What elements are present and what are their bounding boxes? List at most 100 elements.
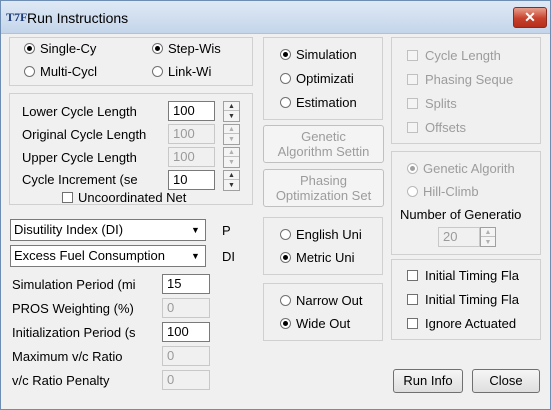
offsets-check-label: Offsets <box>425 120 466 135</box>
original-cycle-length-spinner[interactable]: ▲ ▼ <box>223 124 240 145</box>
cycle-increment-input[interactable]: 10 <box>168 170 215 190</box>
estimation-label: Estimation <box>296 95 357 110</box>
multi-cycle-radio[interactable] <box>24 66 35 77</box>
close-button[interactable]: Close <box>472 369 540 393</box>
initialization-period-label: Initialization Period (s <box>12 325 136 340</box>
uncoordinated-net-label: Uncoordinated Net <box>78 190 187 205</box>
lower-cycle-length-label: Lower Cycle Length <box>22 104 137 119</box>
cycle-length-check-label: Cycle Length <box>425 48 501 63</box>
hill-climb-label: Hill-Climb <box>423 184 479 199</box>
simulation-period-label: Simulation Period (mi <box>12 277 136 292</box>
phasing-optimization-settings-button[interactable]: Phasing Optimization Set <box>263 169 384 207</box>
maximum-vc-ratio-label: Maximum v/c Ratio <box>12 349 123 364</box>
number-of-generations-input[interactable]: 20 <box>438 227 480 247</box>
metric-units-radio[interactable] <box>280 252 291 263</box>
ignore-actuated-label: Ignore Actuated <box>425 316 517 331</box>
genetic-algorithm-radio[interactable] <box>407 163 418 174</box>
maximum-vc-ratio-input[interactable]: 0 <box>162 346 210 366</box>
lower-cycle-length-spinner[interactable]: ▲ ▼ <box>223 101 240 122</box>
number-of-generations-spinner[interactable]: ▲ ▼ <box>480 227 496 247</box>
title-bar: T7F Run Instructions ✕ <box>1 1 550 34</box>
spin-up-icon[interactable]: ▲ <box>224 102 239 111</box>
link-wise-radio[interactable] <box>152 66 163 77</box>
close-window-button[interactable]: ✕ <box>513 7 547 28</box>
initial-timing-flag-2-label: Initial Timing Fla <box>425 292 519 307</box>
objective-dropdown[interactable]: Disutility Index (DI) ▼ <box>10 219 206 241</box>
vc-ratio-penalty-input[interactable]: 0 <box>162 370 210 390</box>
uncoordinated-net-checkbox[interactable] <box>62 192 73 203</box>
optimization-radio[interactable] <box>280 73 291 84</box>
narrow-out-radio[interactable] <box>280 295 291 306</box>
splits-check-label: Splits <box>425 96 457 111</box>
spin-up-icon[interactable]: ▲ <box>481 228 495 237</box>
spin-down-icon[interactable]: ▼ <box>481 238 495 247</box>
step-wise-radio[interactable] <box>152 43 163 54</box>
ignore-actuated-checkbox[interactable] <box>407 318 418 329</box>
simulation-label: Simulation <box>296 47 357 62</box>
original-cycle-length-label: Original Cycle Length <box>22 127 147 142</box>
cycle-length-checkbox[interactable] <box>407 50 418 61</box>
phasing-sequence-checkbox[interactable] <box>407 74 418 85</box>
offset-range-group <box>263 283 383 341</box>
pros-weighting-input[interactable]: 0 <box>162 298 210 318</box>
window-title: Run Instructions <box>27 10 129 26</box>
genetic-settings-line2: Algorithm Settin <box>277 144 370 159</box>
upper-cycle-length-spinner[interactable]: ▲ ▼ <box>223 147 240 168</box>
initial-timing-flag-1-label: Initial Timing Fla <box>425 268 519 283</box>
objective-dropdown-suffix: P <box>222 223 231 238</box>
number-of-generations-label: Number of Generatio <box>400 207 522 222</box>
lower-cycle-length-input[interactable]: 100 <box>168 101 215 121</box>
secondary-objective-dropdown-value: Excess Fuel Consumption <box>14 248 166 263</box>
upper-cycle-length-label: Upper Cycle Length <box>22 150 137 165</box>
initial-timing-flag-2-checkbox[interactable] <box>407 294 418 305</box>
metric-units-label: Metric Uni <box>296 250 355 265</box>
simulation-radio[interactable] <box>280 49 291 60</box>
phasing-settings-line1: Phasing <box>300 173 347 188</box>
initial-timing-flag-1-checkbox[interactable] <box>407 270 418 281</box>
chevron-down-icon[interactable]: ▼ <box>187 247 204 265</box>
english-units-label: English Uni <box>296 227 362 242</box>
app-icon: T7F <box>6 10 28 24</box>
multi-cycle-label: Multi-Cycl <box>40 64 98 79</box>
spin-up-icon[interactable]: ▲ <box>224 148 239 157</box>
link-wise-label: Link-Wi <box>168 64 212 79</box>
chevron-down-icon[interactable]: ▼ <box>187 221 204 239</box>
pros-weighting-label: PROS Weighting (%) <box>12 301 134 316</box>
phasing-sequence-check-label: Phasing Seque <box>425 72 514 87</box>
optimization-label: Optimizati <box>296 71 354 86</box>
secondary-objective-dropdown[interactable]: Excess Fuel Consumption ▼ <box>10 245 206 267</box>
original-cycle-length-input[interactable]: 100 <box>168 124 215 144</box>
single-cycle-label: Single-Cy <box>40 41 97 56</box>
secondary-objective-dropdown-suffix: DI <box>222 249 235 264</box>
hill-climb-radio[interactable] <box>407 186 418 197</box>
simulation-period-input[interactable]: 15 <box>162 274 210 294</box>
upper-cycle-length-input[interactable]: 100 <box>168 147 215 167</box>
narrow-out-label: Narrow Out <box>296 293 363 308</box>
genetic-algorithm-label: Genetic Algorith <box>423 161 515 176</box>
step-wise-label: Step-Wis <box>168 41 221 56</box>
wide-out-label: Wide Out <box>296 316 351 331</box>
estimation-radio[interactable] <box>280 97 291 108</box>
single-cycle-radio[interactable] <box>24 43 35 54</box>
splits-checkbox[interactable] <box>407 98 418 109</box>
run-instructions-window: T7F Run Instructions ✕ Single-Cy Multi-C… <box>0 0 551 410</box>
initialization-period-input[interactable]: 100 <box>162 322 210 342</box>
offsets-checkbox[interactable] <box>407 122 418 133</box>
cycle-increment-spinner[interactable]: ▲ ▼ <box>223 170 240 191</box>
vc-ratio-penalty-label: v/c Ratio Penalty <box>12 373 110 388</box>
english-units-radio[interactable] <box>280 229 291 240</box>
spin-down-icon[interactable]: ▼ <box>224 112 239 121</box>
run-info-button[interactable]: Run Info <box>393 369 463 393</box>
genetic-algorithm-settings-button[interactable]: Genetic Algorithm Settin <box>263 125 384 163</box>
spin-down-icon[interactable]: ▼ <box>224 181 239 190</box>
units-group <box>263 217 383 275</box>
phasing-settings-line2: Optimization Set <box>275 188 372 203</box>
spin-down-icon[interactable]: ▼ <box>224 135 239 144</box>
objective-dropdown-value: Disutility Index (DI) <box>14 222 124 237</box>
spin-down-icon[interactable]: ▼ <box>224 158 239 167</box>
spin-up-icon[interactable]: ▲ <box>224 125 239 134</box>
cycle-increment-label: Cycle Increment (se <box>22 172 138 187</box>
spin-up-icon[interactable]: ▲ <box>224 171 239 180</box>
wide-out-radio[interactable] <box>280 318 291 329</box>
genetic-settings-line1: Genetic <box>301 129 346 144</box>
